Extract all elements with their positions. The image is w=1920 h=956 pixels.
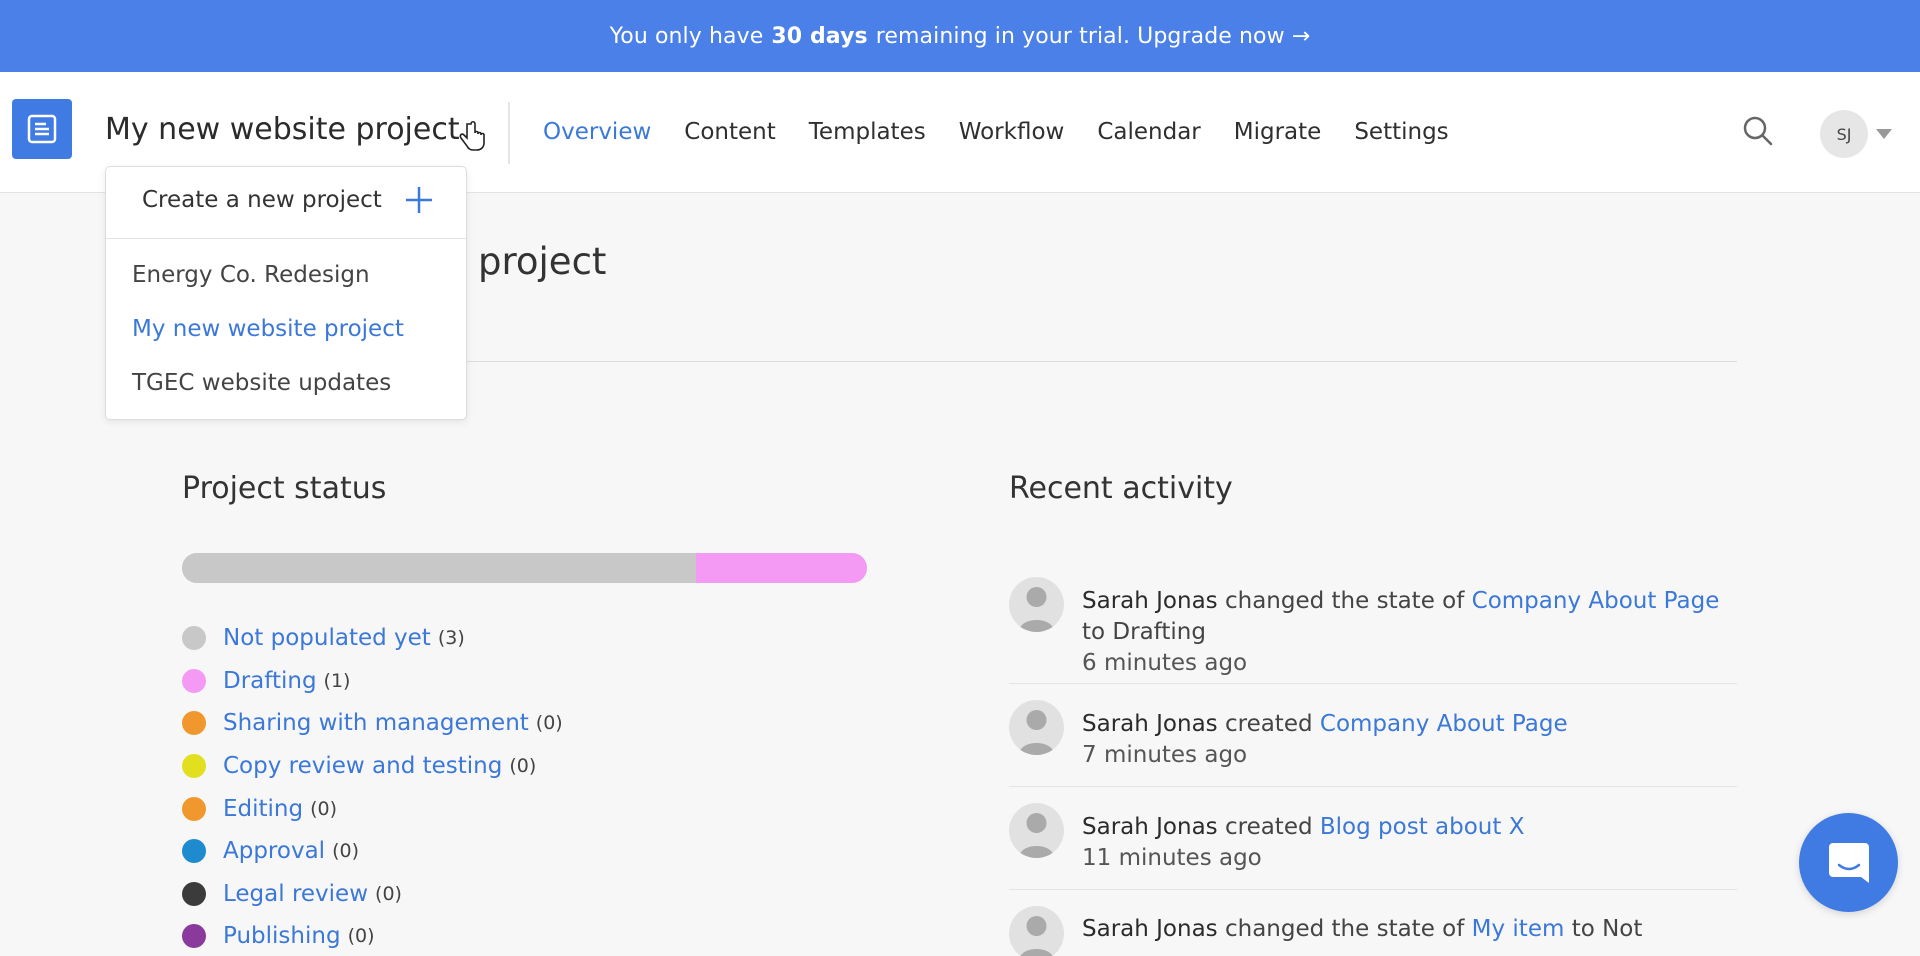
status-item: Legal review (0) (182, 873, 563, 916)
activity-time: 7 minutes ago (1082, 742, 1248, 768)
activity-actor: Sarah Jonas (1082, 814, 1218, 840)
status-dot-icon (182, 626, 206, 651)
banner-days: 30 days (771, 23, 868, 49)
tab-settings[interactable]: Settings (1354, 119, 1448, 145)
project-option[interactable]: TGEC website updates (132, 370, 391, 396)
search-icon[interactable] (1743, 116, 1773, 146)
status-label[interactable]: Drafting (223, 668, 317, 694)
trial-banner[interactable]: You only have 30 days remaining in your … (0, 0, 1920, 72)
chat-icon (1829, 843, 1869, 883)
project-option[interactable]: Energy Co. Redesign (132, 262, 370, 288)
tab-content[interactable]: Content (684, 119, 775, 145)
tab-overview[interactable]: Overview (543, 119, 651, 145)
status-label[interactable]: Copy review and testing (223, 753, 502, 779)
status-count: (0) (375, 882, 402, 905)
status-label[interactable]: Approval (223, 838, 325, 864)
status-legend: Not populated yet (3) Drafting (1) Sharing w… (182, 617, 563, 956)
progress-segment (695, 553, 867, 583)
activity-link[interactable]: Company About Page (1472, 588, 1720, 614)
chat-button[interactable] (1799, 813, 1898, 912)
nav-divider (508, 102, 510, 164)
project-option-selected[interactable]: My new website project (132, 316, 404, 342)
status-dot-icon (182, 881, 206, 906)
activity-action: changed the state of (1224, 916, 1465, 942)
status-item: Sharing with management (0) (182, 702, 563, 745)
status-dot-icon (182, 754, 206, 779)
status-count: (0) (347, 925, 375, 948)
activity-action: changed the state of (1224, 588, 1465, 614)
chevron-down-icon[interactable] (1876, 129, 1892, 139)
project-dropdown: Create a new project Energy Co. Redesign… (105, 166, 467, 420)
page-title: project (478, 240, 607, 283)
status-dot-icon (182, 711, 206, 736)
status-dot-icon (182, 839, 206, 864)
main-nav-tabs: Overview Content Templates Workflow Cale… (543, 119, 1449, 145)
status-dot-icon (182, 924, 206, 949)
status-label[interactable]: Sharing with management (223, 710, 529, 736)
tab-workflow[interactable]: Workflow (959, 119, 1065, 145)
status-count: (0) (535, 712, 563, 735)
status-count: (1) (323, 669, 351, 692)
activity-actor: Sarah Jonas (1082, 711, 1218, 737)
status-item: Approval (0) (182, 830, 563, 873)
activity-item: Sarah Jonas changed the state of My item… (1009, 890, 1737, 956)
activity-action: created (1224, 814, 1313, 840)
recent-activity-title: Recent activity (1009, 471, 1233, 506)
user-avatar-button[interactable]: SJ (1820, 110, 1868, 158)
activity-action: created (1224, 711, 1313, 737)
activity-item: Sarah Jonas created Company About Page 7… (1009, 684, 1737, 787)
status-item: Publishing (0) (182, 915, 563, 956)
plus-icon[interactable] (404, 185, 434, 215)
activity-link[interactable]: My item (1472, 916, 1565, 942)
activity-time: 11 minutes ago (1082, 845, 1262, 871)
status-count: (0) (310, 797, 338, 820)
status-progress-bar (182, 553, 867, 583)
status-label[interactable]: Editing (223, 796, 303, 822)
status-item: Not populated yet (3) (182, 617, 563, 660)
create-project-button[interactable]: Create a new project (106, 167, 466, 239)
status-label[interactable]: Publishing (223, 923, 341, 949)
activity-feed: Sarah Jonas changed the state of Company… (1009, 575, 1737, 956)
banner-text-before: You only have (609, 23, 764, 49)
tab-templates[interactable]: Templates (809, 119, 926, 145)
status-label[interactable]: Legal review (223, 881, 368, 907)
status-item: Drafting (1) (182, 660, 563, 703)
activity-actor: Sarah Jonas (1082, 588, 1218, 614)
activity-link[interactable]: Company About Page (1320, 711, 1568, 737)
status-count: (0) (509, 755, 537, 778)
tab-calendar[interactable]: Calendar (1097, 119, 1200, 145)
banner-upgrade-link[interactable]: remaining in your trial. Upgrade now → (876, 24, 1311, 49)
project-status-title: Project status (182, 471, 387, 506)
status-count: (3) (437, 627, 465, 650)
user-avatar-icon (1009, 700, 1064, 755)
document-logo-icon[interactable] (12, 99, 72, 159)
progress-segment (182, 553, 696, 583)
activity-link[interactable]: Blog post about X (1320, 814, 1525, 840)
status-dot-icon (182, 668, 206, 693)
project-switcher[interactable]: My new website project (105, 112, 460, 147)
activity-time: 6 minutes ago (1082, 650, 1248, 676)
tab-migrate[interactable]: Migrate (1234, 119, 1322, 145)
status-item: Copy review and testing (0) (182, 745, 563, 788)
user-avatar-icon (1009, 803, 1064, 858)
user-avatar-icon (1009, 577, 1064, 632)
activity-item: Sarah Jonas changed the state of Company… (1009, 575, 1737, 684)
user-avatar-icon (1009, 906, 1064, 956)
activity-actor: Sarah Jonas (1082, 916, 1218, 942)
activity-suffix: to Not (1571, 916, 1643, 942)
status-item: Editing (0) (182, 787, 563, 830)
status-label[interactable]: Not populated yet (223, 625, 431, 651)
create-project-label: Create a new project (142, 187, 382, 213)
hand-cursor-icon (459, 120, 485, 151)
activity-item: Sarah Jonas created Blog post about X 11… (1009, 787, 1737, 890)
status-dot-icon (182, 796, 206, 821)
activity-suffix: to Drafting (1082, 619, 1206, 645)
status-count: (0) (332, 840, 359, 863)
